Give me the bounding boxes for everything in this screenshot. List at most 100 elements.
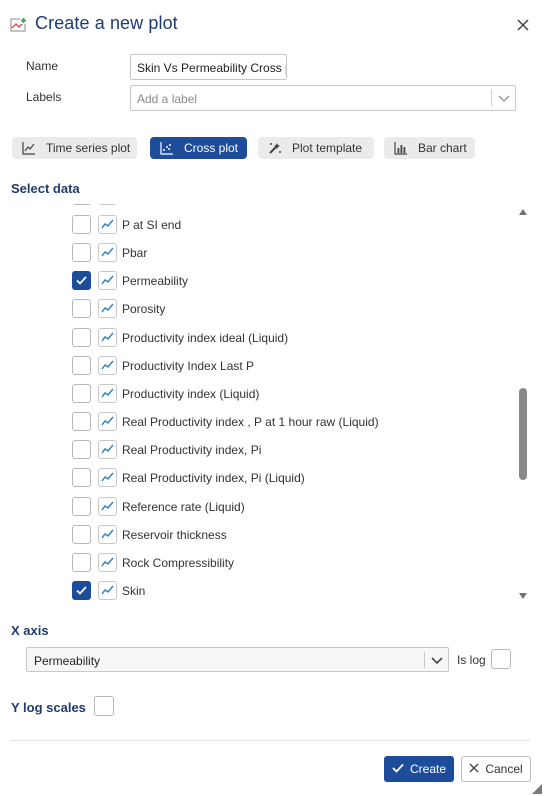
create-button[interactable]: Create [384,756,454,782]
list-item[interactable]: Reference rate (Liquid) [10,497,510,525]
plot-type-label: Time series plot [46,141,131,155]
series-line-icon [98,356,117,375]
series-checkbox[interactable] [72,412,91,431]
series-checkbox[interactable] [72,581,91,600]
series-checkbox[interactable] [72,243,91,262]
x-axis-select[interactable]: Permeability [26,647,449,672]
series-checkbox[interactable] [72,328,91,347]
series-checkbox[interactable] [72,553,91,572]
series-label: Skin [122,584,146,598]
series-label: Real Productivity index, Pi [122,443,262,457]
add-plot-icon [10,16,28,34]
plot-type-bar-chart[interactable]: Bar chart [384,137,475,159]
series-checkbox[interactable] [72,440,91,459]
scroll-down-arrow-icon[interactable] [519,593,527,599]
scrollbar-thumb[interactable] [519,388,527,480]
list-item[interactable]: Permeability [10,271,510,299]
check-icon [392,762,404,777]
plot-type-label: Cross plot [184,141,239,155]
create-plot-dialog: Create a new plot Name Skin Vs Permeabil… [0,0,544,796]
series-checkbox[interactable] [72,384,91,403]
cross-plot-icon [160,141,174,155]
bar-chart-icon [394,141,408,155]
footer-divider [10,740,531,741]
dialog-title-bar: Create a new plot [0,0,544,50]
series-line-icon [98,440,117,459]
series-label: Reservoir thickness [122,528,227,542]
plot-type-label: Plot template [292,141,363,155]
plot-name-value: Skin Vs Permeability Cross plot [137,61,286,75]
list-item[interactable]: Real Productivity index, Pi (Liquid) [10,468,510,496]
y-log-scales-label: Y log scales [11,700,86,715]
list-item[interactable]: Porosity [10,299,510,327]
list-item[interactable]: Skin [10,581,510,604]
scroll-up-arrow-icon[interactable] [519,209,527,215]
list-scrollbar[interactable] [517,206,531,604]
resize-grip-icon[interactable] [532,784,542,794]
series-checkbox[interactable] [72,497,91,516]
cancel-button-label: Cancel [485,762,523,776]
close-icon [469,762,479,776]
plot-type-label: Bar chart [418,141,467,155]
y-log-scales-checkbox[interactable] [94,696,114,716]
labels-select[interactable]: Add a label [130,85,516,111]
cancel-button[interactable]: Cancel [461,756,531,782]
list-item[interactable]: Productivity index (Liquid) [10,384,510,412]
labels-placeholder: Add a label [137,92,198,106]
x-axis-divider [424,652,425,668]
series-checkbox[interactable] [72,525,91,544]
series-checkbox[interactable] [72,468,91,487]
list-item[interactable]: Rock Compressibility [10,553,510,581]
series-label: Real Productivity index , P at 1 hour ra… [122,415,379,429]
x-axis-selected-value: Permeability [34,654,101,668]
list-item[interactable]: Productivity index ideal (Liquid) [10,328,510,356]
list-item[interactable]: Productivity Index Last P [10,356,510,384]
series-label: Productivity Index Last P [122,359,255,373]
series-checkbox[interactable] [72,271,91,290]
series-label: Permeability [122,274,189,288]
list-item[interactable]: Real Productivity index, Pi [10,440,510,468]
data-series-list[interactable]: P at SI end Pbar Permeability Porosity Produ… [10,204,530,604]
chevron-down-icon[interactable] [429,652,445,668]
series-line-icon [98,581,117,600]
series-label: Rock Compressibility [122,556,235,570]
time-series-icon [22,141,36,155]
plot-type-template[interactable]: Plot template [258,137,374,159]
series-line-icon [98,468,117,487]
series-line-icon [98,553,117,572]
series-label: Real Productivity index, Pi (Liquid) [122,471,305,485]
series-label: P at SI end [122,218,182,232]
plot-type-time-series[interactable]: Time series plot [12,137,137,159]
plot-name-input[interactable]: Skin Vs Permeability Cross plot [130,54,287,80]
series-checkbox[interactable] [72,215,91,234]
chevron-down-icon[interactable] [496,90,512,106]
series-label: Porosity [122,302,166,316]
list-item[interactable]: Real Productivity index , P at 1 hour ra… [10,412,510,440]
partial-series-icon [98,204,117,205]
series-line-icon [98,215,117,234]
labels-label: Labels [26,90,62,104]
series-line-icon [98,328,117,347]
plot-type-cross-plot[interactable]: Cross plot [150,137,247,159]
series-label: Productivity index (Liquid) [122,387,260,401]
is-log-label: Is log [457,653,486,667]
plot-template-icon [268,141,282,155]
series-label: Pbar [122,246,148,260]
select-data-title: Select data [11,181,80,196]
series-line-icon [98,299,117,318]
series-line-icon [98,243,117,262]
create-button-label: Create [409,762,447,776]
series-checkbox[interactable] [72,356,91,375]
series-line-icon [98,497,117,516]
list-item[interactable]: Reservoir thickness [10,525,510,553]
series-label: Productivity index ideal (Liquid) [122,331,289,345]
series-checkbox[interactable] [72,299,91,318]
list-item[interactable]: P at SI end [10,215,510,243]
x-axis-title: X axis [11,623,49,638]
labels-divider [491,90,492,106]
series-label: Reference rate (Liquid) [122,500,245,514]
x-axis-is-log-checkbox[interactable] [491,649,511,669]
list-item[interactable]: Pbar [10,243,510,271]
close-button[interactable] [513,15,533,35]
partial-checkbox[interactable] [72,204,91,205]
